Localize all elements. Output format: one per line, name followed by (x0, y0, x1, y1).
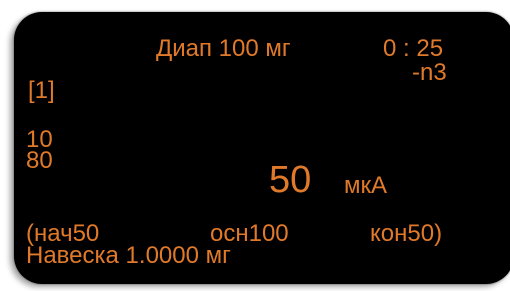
channel-indicator: [1] (28, 77, 55, 104)
param-end: кон50) (370, 220, 443, 247)
sample-weight: Навеска 1.0000 мг (26, 242, 231, 269)
time-readout: 0 : 25 (383, 35, 444, 62)
current-value: 50 (269, 159, 312, 201)
level-bottom: 80 (26, 147, 53, 174)
instrument-display: Диап 100 мг 0 : 25 -n3 [1] 10 80 50 мкА … (14, 12, 510, 284)
mode-suffix: -n3 (412, 59, 447, 86)
current-unit: мкА (344, 172, 388, 199)
range-label: Диап 100 мг (156, 35, 291, 62)
